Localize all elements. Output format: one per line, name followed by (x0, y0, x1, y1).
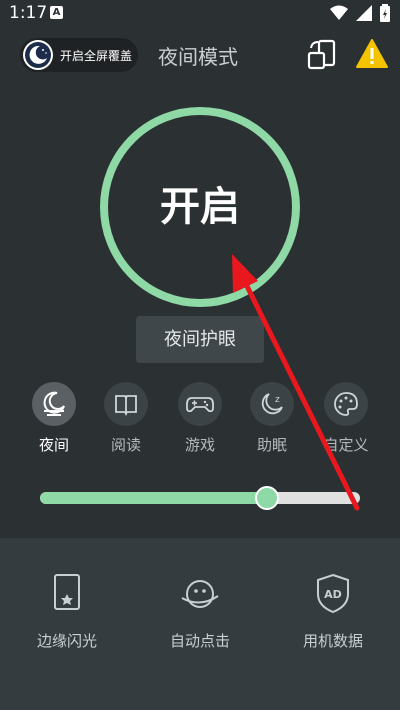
tool-auto-click[interactable]: 自动点击 (145, 572, 255, 651)
book-icon (115, 395, 137, 417)
wifi-icon (330, 5, 348, 20)
mode-label: 夜间 (38, 436, 69, 454)
page-title: 夜间模式 (158, 45, 238, 69)
ad-data-icon: AD (317, 573, 349, 614)
app-header: 开启全屏覆盖 夜间模式 (0, 30, 400, 80)
notification-badge: A (50, 6, 63, 19)
auto-click-icon (181, 580, 219, 608)
fullscreen-overlay-toggle[interactable]: 开启全屏覆盖 (20, 38, 138, 72)
gamepad-icon (186, 397, 214, 413)
sleep-icon: z (261, 393, 283, 415)
status-icons (330, 4, 390, 22)
tool-edge-flash[interactable]: 边缘闪光 (12, 572, 122, 651)
mode-label: 助眠 (256, 436, 287, 454)
mode-label: 自定义 (323, 436, 369, 454)
rotate-screen-icon (307, 39, 336, 70)
warning-icon (356, 39, 388, 68)
intensity-slider[interactable] (40, 486, 360, 510)
mode-label: 游戏 (184, 436, 215, 454)
slider-fill (40, 492, 268, 504)
rotate-screen-button[interactable] (306, 38, 340, 72)
eye-protection-button[interactable]: 夜间护眼 (136, 316, 264, 363)
tool-label: 用机数据 (302, 632, 363, 650)
moon-icon (23, 40, 53, 70)
warning-button[interactable] (356, 38, 390, 72)
toggle-label: 开启 (160, 184, 240, 230)
tool-label: 自动点击 (169, 632, 230, 650)
status-bar: 1:17 A (0, 0, 400, 28)
svg-text:z: z (275, 395, 280, 405)
mode-reading[interactable]: 阅读 (90, 382, 162, 455)
slider-thumb[interactable] (255, 486, 280, 510)
mode-selector: 夜间 阅读 游戏 z 助眠 自定义 (0, 382, 400, 462)
mode-gaming[interactable]: 游戏 (164, 382, 236, 455)
tool-usage-data[interactable]: AD 用机数据 (278, 572, 388, 651)
status-time: 1:17 (9, 3, 48, 23)
edge-flash-icon (54, 574, 80, 610)
fullscreen-overlay-label: 开启全屏覆盖 (60, 49, 133, 63)
tool-label: 边缘闪光 (36, 632, 97, 650)
ad-text: AD (324, 588, 342, 601)
palette-icon (334, 392, 358, 416)
signal-icon (356, 5, 372, 21)
mode-label: 阅读 (110, 436, 141, 454)
mode-sleep[interactable]: z 助眠 (236, 382, 308, 455)
night-mode-toggle[interactable]: 开启 (100, 107, 300, 307)
tools-panel: 边缘闪光 自动点击 AD 用机数据 (0, 538, 400, 710)
night-icon (43, 391, 65, 416)
mode-custom[interactable]: 自定义 (310, 382, 382, 455)
battery-icon (380, 4, 390, 22)
mode-night[interactable]: 夜间 (18, 382, 90, 455)
